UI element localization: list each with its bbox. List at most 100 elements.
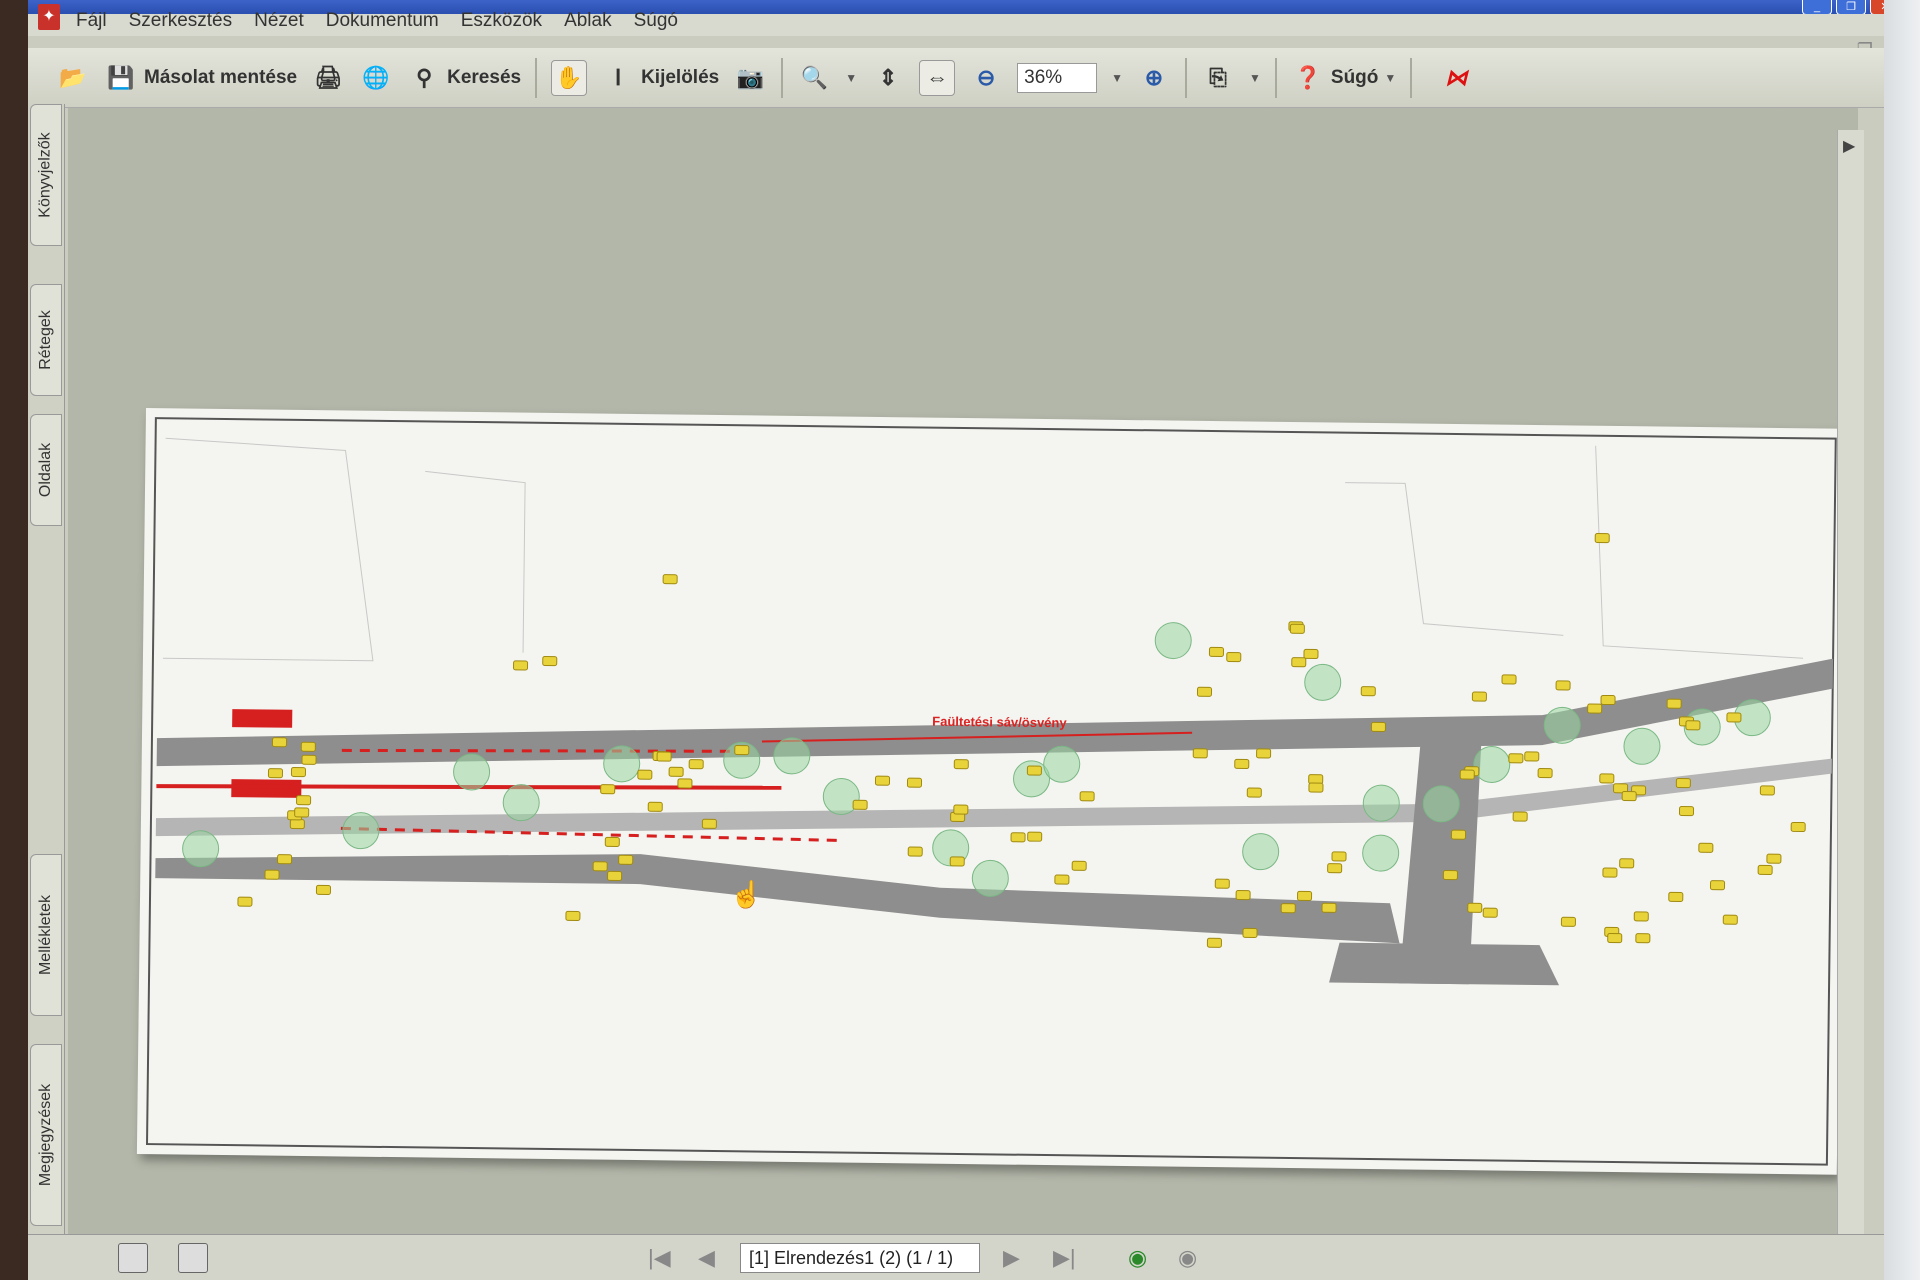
menu-edit[interactable]: Szerkesztés [129, 10, 232, 36]
comment-note[interactable] [852, 799, 868, 810]
comment-note[interactable] [701, 818, 717, 829]
page-layout-single-icon[interactable] [118, 1243, 148, 1273]
email-globe-icon[interactable]: 🌐 [359, 61, 393, 95]
comment-note[interactable] [1242, 927, 1258, 939]
page-number-field[interactable]: [1] Elrendezés1 (2) (1 / 1) [740, 1243, 980, 1273]
menu-tools[interactable]: Eszközök [461, 10, 542, 36]
comment-note[interactable] [656, 751, 672, 762]
comment-note[interactable] [1635, 933, 1651, 944]
next-view-icon[interactable]: ◉ [1178, 1245, 1197, 1271]
comment-note[interactable] [294, 807, 310, 818]
comment-note[interactable] [1666, 698, 1682, 709]
menu-window[interactable]: Ablak [564, 10, 612, 36]
comment-note[interactable] [1555, 680, 1571, 691]
comment-note[interactable] [600, 784, 616, 795]
menu-document[interactable]: Dokumentum [326, 10, 439, 36]
comment-note[interactable] [1602, 867, 1618, 878]
comment-note[interactable] [1054, 874, 1070, 885]
comment-note[interactable] [1289, 623, 1305, 634]
comment-note[interactable] [1685, 720, 1701, 731]
comment-note[interactable] [289, 819, 305, 830]
drawing-page[interactable]: Faültetési sáv/ösvény ☝ [136, 408, 1846, 1175]
comment-note[interactable] [662, 574, 678, 585]
select-tool-button[interactable]: Ⅰ Kijelölés [601, 61, 719, 95]
comment-note[interactable] [668, 766, 684, 777]
comment-note[interactable] [1471, 691, 1487, 702]
comment-note[interactable] [1234, 758, 1250, 770]
comment-note[interactable] [1280, 903, 1296, 914]
comment-note[interactable] [1303, 648, 1319, 660]
vertical-scrollbar[interactable]: ▶ [1837, 130, 1864, 1240]
comment-note[interactable] [1757, 864, 1773, 876]
comment-note[interactable] [1256, 748, 1272, 759]
tab-pages[interactable]: Oldalak [30, 414, 62, 526]
comment-note[interactable] [1235, 890, 1251, 901]
comment-note[interactable] [1722, 914, 1738, 925]
comment-note[interactable] [1524, 751, 1540, 762]
comment-note[interactable] [1079, 791, 1095, 802]
comment-note[interactable] [1450, 829, 1467, 840]
comment-note[interactable] [1308, 774, 1324, 785]
comment-note[interactable] [1675, 778, 1691, 789]
comment-note[interactable] [1308, 782, 1324, 793]
comment-note[interactable] [1297, 890, 1313, 901]
comment-note[interactable] [1206, 937, 1222, 948]
comment-note[interactable] [1214, 878, 1230, 889]
rotate-dropdown-icon[interactable]: ▼ [1249, 71, 1261, 85]
previous-page-icon[interactable]: ◀ [698, 1245, 715, 1271]
zoom-dropdown-icon[interactable]: ▼ [1111, 71, 1123, 85]
comment-note[interactable] [874, 775, 891, 786]
comment-note[interactable] [1192, 748, 1208, 759]
menu-help[interactable]: Súgó [634, 10, 678, 36]
comment-note[interactable] [565, 910, 581, 921]
comment-note[interactable] [267, 768, 284, 779]
comment-note[interactable] [296, 795, 312, 806]
comment-note[interactable] [1459, 769, 1475, 780]
next-page-icon[interactable]: ▶ [1003, 1245, 1020, 1271]
comment-note[interactable] [271, 737, 288, 748]
fit-page-icon[interactable]: ⇕ [871, 61, 905, 95]
save-copy-button[interactable]: 💾 Másolat mentése [104, 61, 297, 95]
comment-note[interactable] [1331, 851, 1347, 862]
comment-note[interactable] [1599, 773, 1615, 784]
comment-note[interactable] [907, 846, 923, 857]
comment-note[interactable] [1246, 787, 1262, 798]
menu-view[interactable]: Nézet [254, 10, 304, 36]
previous-view-icon[interactable]: ◉ [1128, 1245, 1147, 1271]
tab-layers[interactable]: Rétegek [30, 284, 62, 396]
app-icon[interactable]: ✦ [38, 4, 60, 30]
comment-note[interactable] [301, 754, 317, 765]
comment-note[interactable] [734, 745, 750, 756]
zoom-tool-dropdown-icon[interactable]: ▼ [845, 71, 857, 85]
fit-width-icon[interactable]: ⇔ [919, 59, 956, 96]
comment-note[interactable] [1501, 674, 1517, 685]
comment-note[interactable] [513, 660, 529, 671]
comment-note[interactable] [1071, 860, 1087, 871]
comment-note[interactable] [1512, 811, 1528, 822]
comment-note[interactable] [1766, 853, 1782, 864]
comment-note[interactable] [1321, 902, 1337, 913]
comment-note[interactable] [1587, 703, 1603, 714]
comment-note[interactable] [949, 856, 965, 867]
comment-note[interactable] [277, 854, 293, 865]
comment-note[interactable] [1607, 932, 1623, 944]
comment-note[interactable] [953, 804, 969, 815]
comment-note[interactable] [1370, 721, 1386, 732]
comment-note[interactable] [1537, 768, 1553, 779]
comment-note[interactable] [1482, 907, 1498, 918]
tab-comments[interactable]: Megjegyzések [30, 1044, 62, 1226]
snapshot-camera-icon[interactable]: 📷 [733, 61, 767, 95]
page-layout-continuous-icon[interactable] [178, 1243, 208, 1273]
comment-note[interactable] [1678, 805, 1695, 817]
comment-note[interactable] [1360, 686, 1376, 697]
comment-note[interactable] [1698, 842, 1714, 853]
comment-note[interactable] [1560, 916, 1576, 927]
zoom-out-icon[interactable]: ⊖ [969, 61, 1003, 95]
hand-tool-icon[interactable]: ✋ [551, 59, 588, 96]
comment-note[interactable] [1709, 880, 1726, 891]
comment-note[interactable] [1594, 533, 1610, 544]
adobe-logo-icon[interactable]: ⋈ [1426, 61, 1486, 95]
comment-note[interactable] [592, 861, 608, 872]
comment-note[interactable] [1010, 832, 1026, 843]
search-button[interactable]: ⚲ Keresés [407, 61, 521, 95]
